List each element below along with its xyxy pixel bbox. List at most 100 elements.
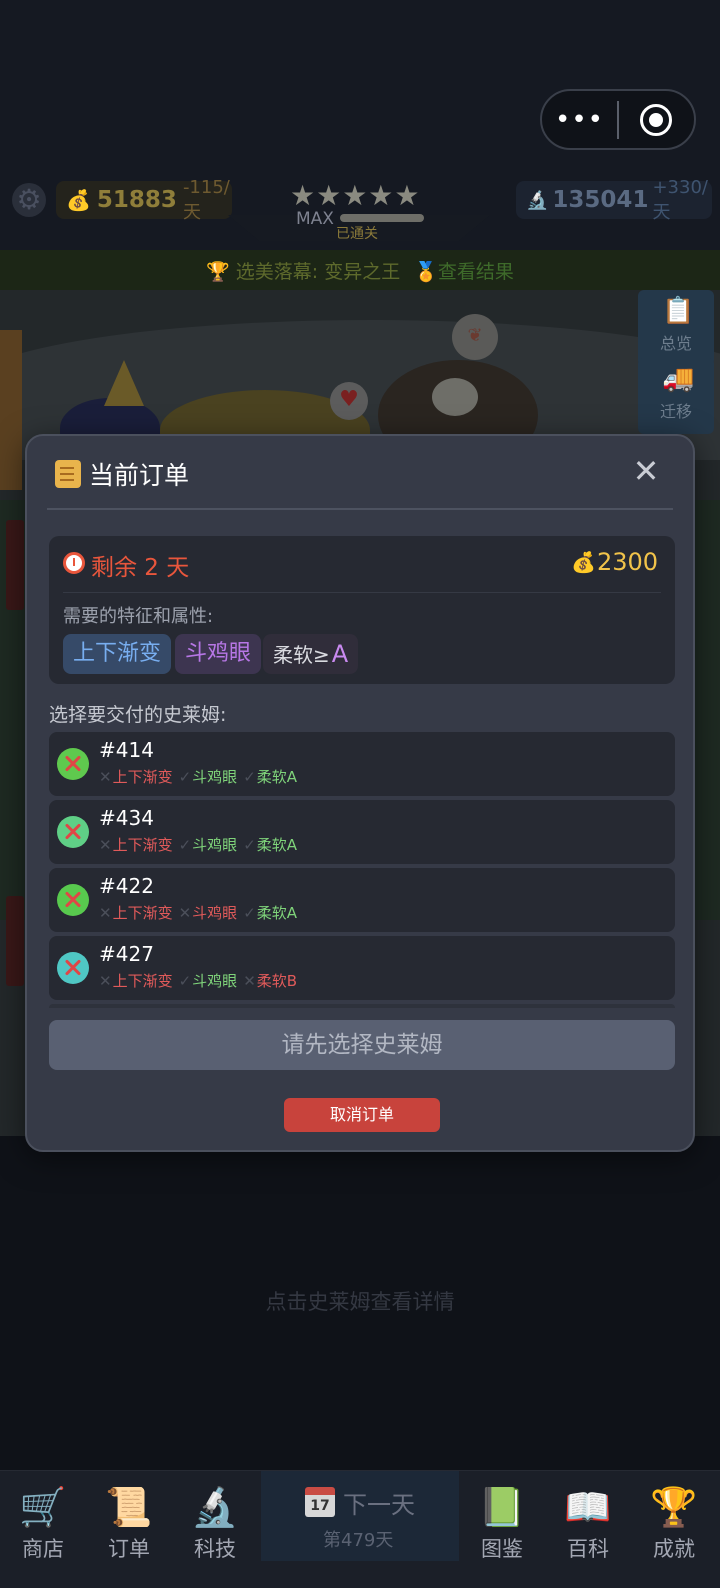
trait-text: 柔软B: [256, 972, 298, 990]
tap-slime-hint: 点击史莱姆查看详情: [265, 1290, 455, 1314]
scroll-icon: 📜: [105, 1485, 153, 1529]
cross-icon: ✕: [99, 836, 112, 854]
cross-icon: ✕: [99, 768, 112, 786]
science-rate: +330/天: [652, 176, 708, 223]
cleared-label: 已通关: [336, 226, 378, 242]
star-rating: ★★★★★: [290, 179, 421, 212]
overview-button[interactable]: 📋 总览: [638, 290, 714, 366]
settings-gear-icon[interactable]: ⚙: [12, 183, 46, 217]
slime-row[interactable]: #422 ✕上下渐变 ✕斗鸡眼 ✓柔软A: [49, 868, 675, 932]
trait-mismatch: ✕上下渐变: [99, 836, 173, 854]
cross-icon: ✕: [99, 972, 112, 990]
cross-icon: ✕: [178, 904, 192, 922]
trait-text: 柔软A: [256, 904, 298, 922]
nav-shop[interactable]: 🛒 商店: [0, 1471, 86, 1588]
clipboard-icon: 📋: [662, 296, 695, 326]
gold-amount: 51883: [96, 187, 177, 213]
target-icon: [640, 103, 673, 136]
trait-match: ✓柔软A: [243, 768, 297, 786]
dialog-header: 当前订单: [55, 456, 189, 492]
deliver-button[interactable]: 请先选择史莱姆: [49, 1020, 675, 1070]
list-next-item-peek: [49, 1004, 675, 1008]
close-mini-program-button[interactable]: [619, 103, 694, 136]
slime-traits: ✕上下渐变 ✕斗鸡眼 ✓柔软A: [99, 902, 303, 923]
trait-chip-softness: 柔软≥A: [263, 634, 359, 674]
slime-row[interactable]: #414 ✕上下渐变 ✓斗鸡眼 ✓柔软A: [49, 732, 675, 796]
nav-orders-label: 订单: [108, 1537, 150, 1561]
trait-mismatch: ✕上下渐变: [99, 904, 173, 922]
nav-collection-label: 图鉴: [481, 1537, 523, 1561]
cart-icon: 🛒: [19, 1485, 67, 1529]
trait-mismatch: ✕上下渐变: [99, 768, 173, 786]
trait-chip-cross-eyed: 斗鸡眼: [175, 634, 262, 674]
trait-text: 斗鸡眼: [192, 904, 238, 922]
trait-match: ✓柔软A: [243, 904, 297, 922]
more-menu-button[interactable]: •••: [542, 91, 617, 149]
overview-label: 总览: [659, 334, 692, 353]
thought-bubble-icon: ❦: [452, 314, 498, 360]
money-bag-icon: 💰: [571, 550, 596, 574]
slime-list[interactable]: #414 ✕上下渐变 ✓斗鸡眼 ✓柔软A #434 ✕上下渐变 ✓斗鸡眼 ✓柔软A #422 ✕上…: [49, 732, 675, 1008]
green-book-icon: 📗: [478, 1485, 526, 1529]
nav-achievements[interactable]: 🏆 成就: [631, 1471, 717, 1588]
check-icon: ✓: [178, 768, 192, 786]
trait-match: ✓斗鸡眼: [179, 768, 238, 786]
not-eligible-x-icon: [57, 952, 89, 984]
nav-orders[interactable]: 📜 订单: [86, 1471, 172, 1588]
fence-post: [0, 330, 22, 490]
check-icon: ✓: [243, 904, 256, 922]
migrate-label: 迁移: [659, 402, 692, 421]
trait-text: 斗鸡眼: [192, 768, 238, 786]
nav-encyclopedia-label: 百科: [567, 1537, 609, 1561]
pen-tag[interactable]: [6, 520, 24, 610]
next-day-label: 下一天: [343, 1491, 415, 1519]
next-day-button[interactable]: 17 下一天 第479天: [261, 1471, 459, 1561]
order-card: 剩余 2 天 💰 2300 需要的特征和属性: 上下渐变 斗鸡眼 柔软≥A: [49, 536, 675, 684]
trait-text: 斗鸡眼: [192, 972, 238, 990]
pen-tag[interactable]: [6, 896, 24, 986]
trait-text: 上下渐变: [112, 836, 173, 854]
nav-tech[interactable]: 🔬 科技: [172, 1471, 258, 1588]
card-divider: [63, 592, 661, 593]
trait-mismatch: ✕柔软B: [243, 972, 297, 990]
migrate-button[interactable]: 🚚 迁移: [638, 358, 714, 434]
requirements-label: 需要的特征和属性:: [63, 606, 214, 627]
trait-text: 上下渐变: [112, 904, 173, 922]
trait-mismatch: ✕上下渐变: [99, 972, 173, 990]
alarm-clock-icon: [63, 552, 85, 574]
eye-icon: [432, 378, 478, 416]
science-amount: 135041: [552, 187, 649, 213]
microscope-icon: 🔬: [191, 1485, 239, 1529]
slime-id: #414: [99, 738, 154, 762]
slime-row[interactable]: #434 ✕上下渐变 ✓斗鸡眼 ✓柔软A: [49, 800, 675, 864]
calendar-icon: 17: [305, 1487, 335, 1517]
title-divider: [47, 508, 673, 510]
cancel-order-button[interactable]: 取消订单: [284, 1098, 440, 1132]
slime-traits: ✕上下渐变 ✓斗鸡眼 ✓柔软A: [99, 834, 303, 855]
contest-banner[interactable]: 🏆 选美落幕: 变异之王 🏅查看结果: [0, 250, 720, 290]
check-icon: ✓: [243, 768, 256, 786]
slime-id: #422: [99, 874, 154, 898]
order-reward: 2300: [597, 548, 659, 576]
microscope-icon: 🔬: [526, 189, 549, 211]
check-icon: ✓: [243, 836, 256, 854]
view-result-link[interactable]: 🏅查看结果: [414, 257, 514, 284]
trait-chip-gradient: 上下渐变: [63, 634, 172, 674]
trait-text: 斗鸡眼: [192, 836, 238, 854]
cross-icon: ✕: [243, 972, 256, 990]
not-eligible-x-icon: [57, 816, 89, 848]
slime-traits: ✕上下渐变 ✓斗鸡眼 ✕柔软B: [99, 970, 303, 991]
slime-row[interactable]: #427 ✕上下渐变 ✓斗鸡眼 ✕柔软B: [49, 936, 675, 1000]
nav-collection[interactable]: 📗 图鉴: [459, 1471, 545, 1588]
nav-encyclopedia[interactable]: 📖 百科: [545, 1471, 631, 1588]
contest-banner-text: 🏆 选美落幕: 变异之王: [206, 260, 401, 283]
softness-label: 柔软≥: [273, 643, 330, 667]
close-icon[interactable]: ✕: [629, 454, 663, 488]
trait-text: 柔软A: [256, 768, 298, 786]
dialog-title: 当前订单: [89, 461, 190, 490]
science-counter: 🔬 135041 +330/天: [516, 177, 712, 223]
slime-traits: ✕上下渐变 ✓斗鸡眼 ✓柔软A: [99, 766, 303, 787]
day-counter: 第479天: [323, 1530, 394, 1551]
nav-achievements-label: 成就: [653, 1537, 695, 1561]
remaining-days: 剩余 2 天: [91, 555, 190, 581]
